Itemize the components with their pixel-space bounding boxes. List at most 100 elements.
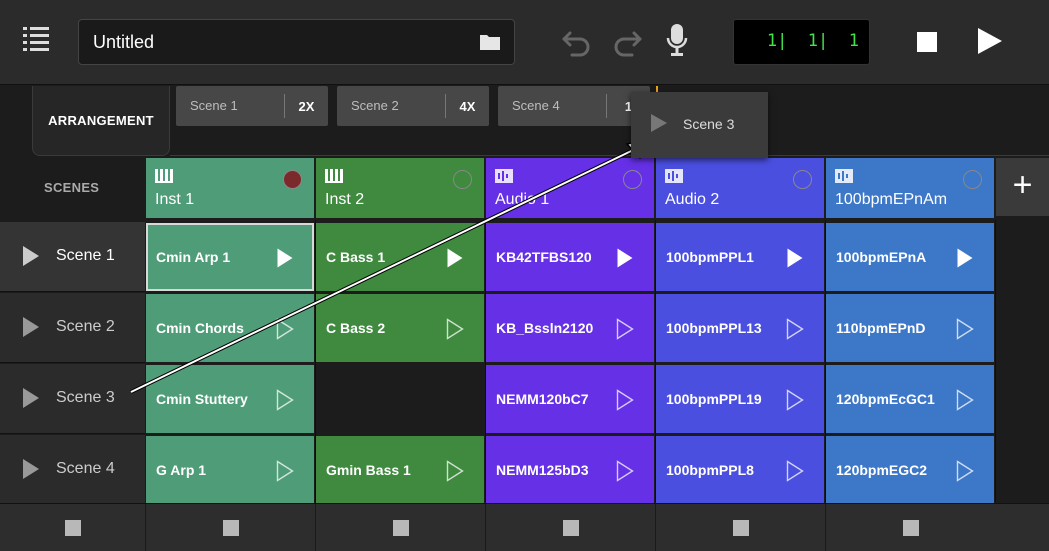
clip-play-icon[interactable] — [956, 247, 974, 269]
clip-play-icon[interactable] — [786, 389, 804, 411]
arrangement-chip[interactable]: Scene 1 2X — [176, 86, 328, 126]
arrangement-track[interactable]: Scene 1 2X Scene 2 4X Scene 4 1 — [170, 86, 1049, 156]
clip-name: 100bpmPPL8 — [666, 462, 754, 478]
track-name: Inst 1 — [155, 191, 195, 208]
clip-play-icon[interactable] — [786, 318, 804, 340]
arrangement-chip[interactable]: Scene 2 4X — [337, 86, 489, 126]
scene-name: Scene 3 — [56, 389, 115, 406]
stop-icon — [222, 520, 239, 536]
counter-beat: 1 — [807, 31, 819, 51]
clip-name: 100bpmPPL13 — [666, 320, 762, 336]
clip-play-icon[interactable] — [276, 389, 294, 411]
record-arm-icon[interactable] — [793, 170, 812, 189]
stop-all-button[interactable] — [0, 504, 145, 551]
clip-cell[interactable]: C Bass 1 — [316, 223, 484, 291]
play-icon — [651, 114, 667, 132]
clip-play-icon[interactable] — [786, 460, 804, 482]
arrangement-tab[interactable]: ARRANGEMENT — [32, 86, 170, 156]
clip-name: Cmin Arp 1 — [156, 249, 231, 265]
clip-cell[interactable]: 100bpmPPL8 — [656, 436, 824, 504]
clip-play-icon[interactable] — [446, 460, 464, 482]
menu-icon[interactable] — [23, 25, 49, 55]
track-stop-button[interactable] — [656, 504, 825, 551]
scenes-label: SCENES — [44, 180, 100, 195]
clip-cell[interactable]: G Arp 1 — [146, 436, 314, 504]
arrangement-tab-label: ARRANGEMENT — [48, 113, 154, 128]
clip-play-icon[interactable] — [786, 247, 804, 269]
track-header-audio-2[interactable]: Audio 2 — [656, 158, 824, 218]
clip-cell[interactable]: 100bpmPPL1 — [656, 223, 824, 291]
clip-play-icon[interactable] — [276, 247, 294, 269]
clip-play-icon[interactable] — [616, 318, 634, 340]
arrangement-chip-repeat[interactable]: 2X — [284, 94, 328, 118]
undo-icon[interactable] — [560, 24, 594, 58]
project-title-field[interactable]: Untitled — [78, 19, 515, 65]
clip-play-icon[interactable] — [616, 247, 634, 269]
add-track-button[interactable]: + — [996, 158, 1049, 216]
scene-name: Scene 4 — [56, 460, 115, 477]
scene-launch-button[interactable]: Scene 3 — [0, 364, 145, 434]
clip-play-icon[interactable] — [956, 389, 974, 411]
clip-cell[interactable]: 120bpmEGC2 — [826, 436, 994, 504]
track-stop-button[interactable] — [486, 504, 655, 551]
track-stop-button[interactable] — [316, 504, 485, 551]
arrangement-chip-name: Scene 4 — [512, 98, 560, 113]
clip-play-icon[interactable] — [446, 247, 464, 269]
clip-cell[interactable]: 100bpmPPL19 — [656, 365, 824, 433]
clip-play-icon[interactable] — [276, 460, 294, 482]
clip-play-icon[interactable] — [616, 460, 634, 482]
stop-button[interactable] — [910, 26, 942, 58]
clip-cell[interactable]: Gmin Bass 1 — [316, 436, 484, 504]
clip-cell[interactable]: Cmin Chords — [146, 294, 314, 362]
clip-cell[interactable]: NEMM125bD3 — [486, 436, 654, 504]
clip-cell[interactable]: Cmin Stuttery — [146, 365, 314, 433]
counter-bar: 1 — [766, 31, 778, 51]
record-arm-icon[interactable] — [623, 170, 642, 189]
folder-icon[interactable] — [480, 34, 500, 50]
play-icon — [23, 317, 39, 337]
clip-name: 120bpmEGC2 — [836, 462, 928, 478]
record-arm-icon[interactable] — [283, 170, 302, 189]
clip-cell[interactable]: 120bpmEcGC1 — [826, 365, 994, 433]
clip-cell[interactable]: KB_Bssln2120 — [486, 294, 654, 362]
clip-name: G Arp 1 — [156, 462, 207, 478]
empty-clip-slot[interactable] — [316, 365, 484, 433]
dragged-scene-chip[interactable]: Scene 3 — [631, 92, 768, 158]
clip-cell[interactable]: 110bpmEPnD — [826, 294, 994, 362]
play-icon — [23, 246, 39, 266]
track-stop-button[interactable] — [146, 504, 315, 551]
scene-launch-button[interactable]: Scene 1 — [0, 222, 145, 292]
clip-play-icon[interactable] — [956, 318, 974, 340]
microphone-icon[interactable] — [665, 22, 689, 58]
clip-play-icon[interactable] — [956, 460, 974, 482]
keyboard-icon — [155, 169, 173, 183]
clip-cell[interactable]: KB42TFBS120 — [486, 223, 654, 291]
scene-launch-button[interactable]: Scene 2 — [0, 293, 145, 363]
track-header-inst-2[interactable]: Inst 2 — [316, 158, 484, 218]
track-name: Inst 2 — [325, 191, 365, 208]
scene-launch-button[interactable]: Scene 4 — [0, 435, 145, 505]
record-arm-icon[interactable] — [453, 170, 472, 189]
position-counter[interactable]: 1| 1| 1 — [733, 19, 870, 65]
clip-play-icon[interactable] — [616, 389, 634, 411]
play-icon — [23, 388, 39, 408]
track-header-100bpmepnam[interactable]: 100bpmEPnAm — [826, 158, 994, 218]
clip-play-icon[interactable] — [446, 318, 464, 340]
track-stop-button[interactable] — [826, 504, 995, 551]
play-button[interactable] — [972, 24, 1006, 58]
track-header-audio-1[interactable]: Audio 1 — [486, 158, 654, 218]
clip-cell[interactable]: 100bpmPPL13 — [656, 294, 824, 362]
top-toolbar: Untitled 1| 1| 1 — [0, 0, 1049, 85]
clip-play-icon[interactable] — [276, 318, 294, 340]
stop-icon — [562, 520, 579, 536]
track-header-inst-1[interactable]: Inst 1 — [146, 158, 314, 218]
arrangement-chip-repeat[interactable]: 4X — [445, 94, 489, 118]
clip-cell[interactable]: 100bpmEPnA — [826, 223, 994, 291]
clip-cell[interactable]: C Bass 2 — [316, 294, 484, 362]
redo-icon[interactable] — [610, 24, 644, 58]
arrangement-chip[interactable]: Scene 4 1 — [498, 86, 650, 126]
clip-cell[interactable]: Cmin Arp 1 — [146, 223, 314, 291]
play-icon — [978, 28, 1002, 54]
clip-cell[interactable]: NEMM120bC7 — [486, 365, 654, 433]
record-arm-icon[interactable] — [963, 170, 982, 189]
